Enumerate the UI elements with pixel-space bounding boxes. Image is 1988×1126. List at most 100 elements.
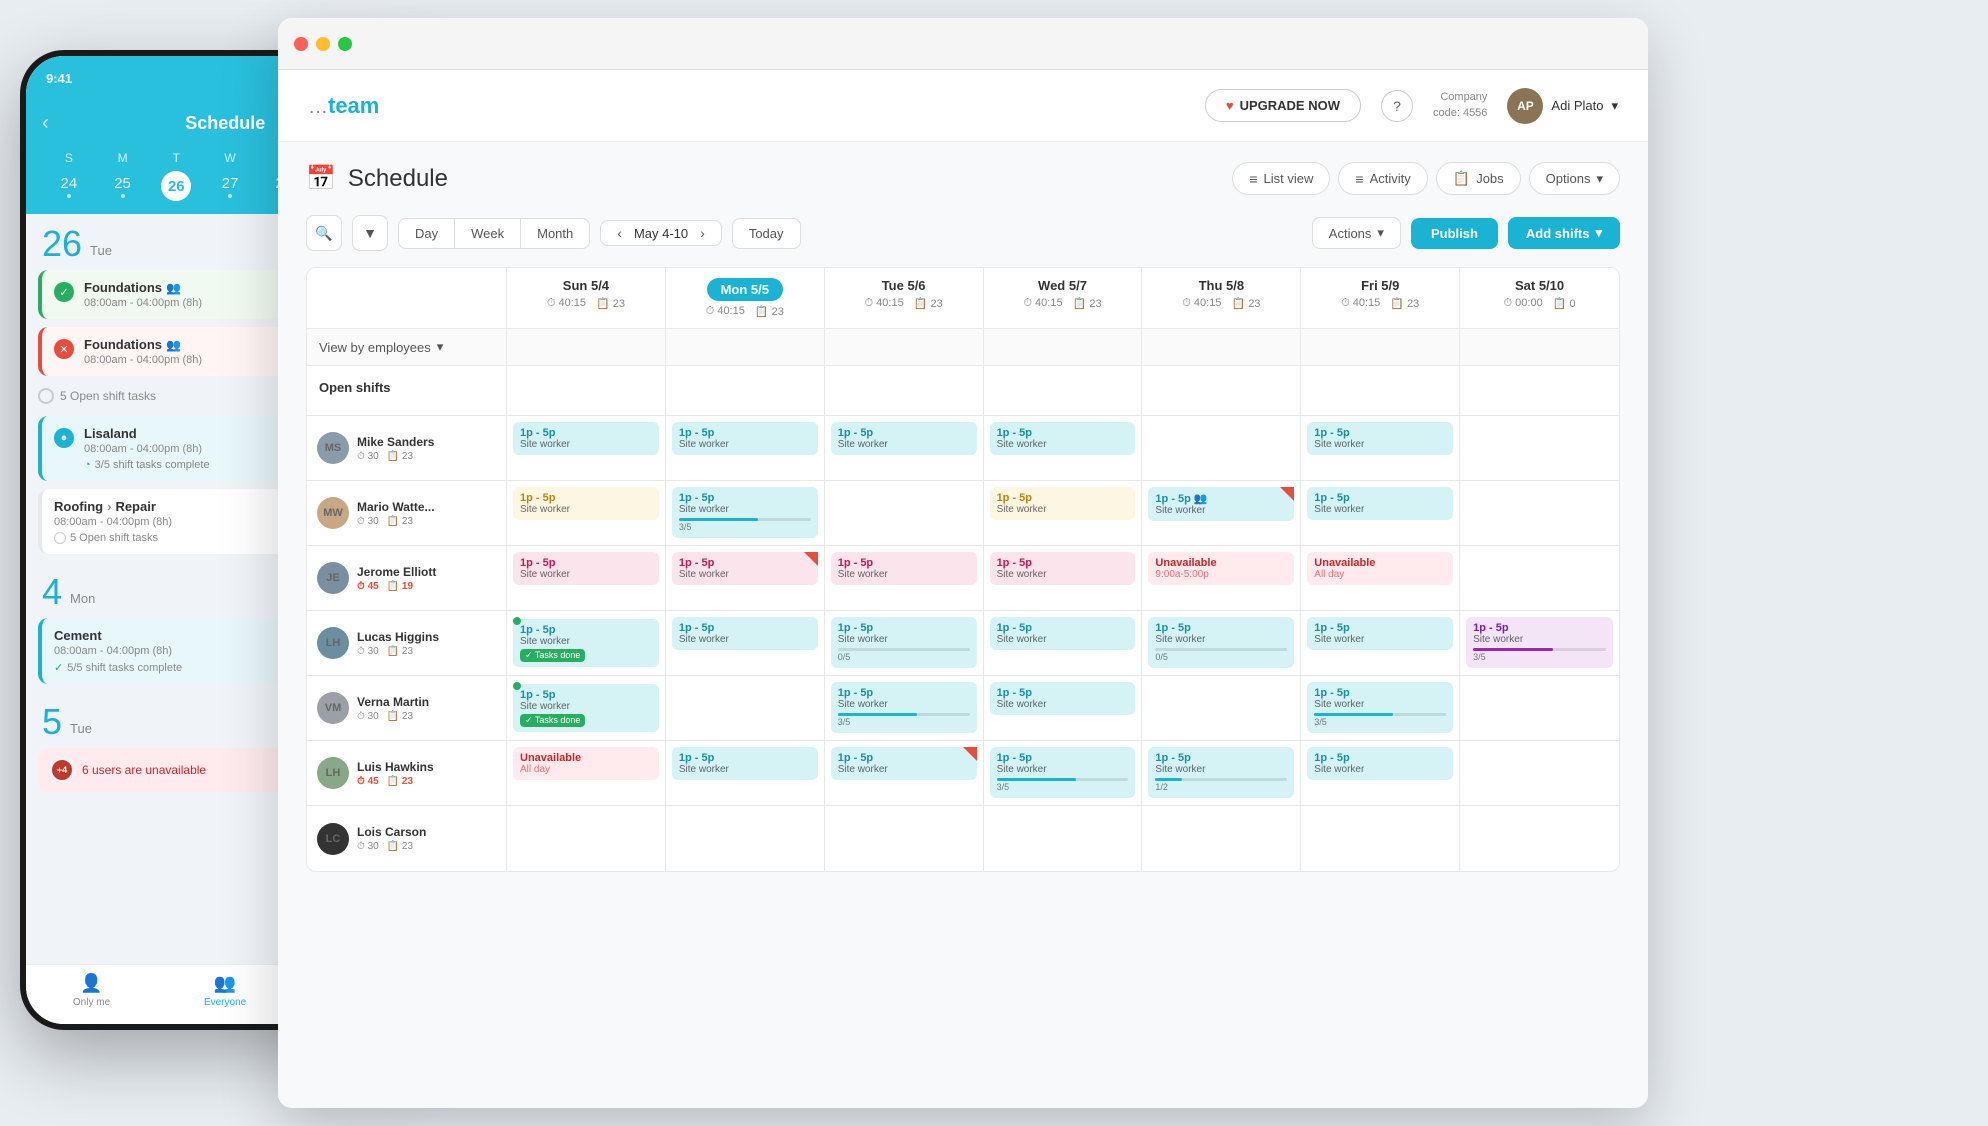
jerome-wed-shift[interactable]: 1p - 5p Site worker	[990, 552, 1136, 585]
jobs-button[interactable]: 📋 Jobs	[1436, 162, 1521, 195]
jerome-wed[interactable]: 1p - 5p Site worker	[984, 546, 1143, 610]
jerome-thu-unavailable[interactable]: Unavailable 9:00a-5:00p	[1148, 552, 1294, 585]
lois-carson-info: Lois Carson ⏱ 30 📋 23	[357, 825, 496, 852]
jerome-mon-shift[interactable]: 1p - 5p Site worker	[672, 552, 818, 585]
actions-button[interactable]: Actions ▾	[1312, 217, 1401, 249]
verna-tue-shift[interactable]: 1p - 5p Site worker 3/5	[831, 682, 977, 733]
luis-fri[interactable]: 1p - 5p Site worker	[1301, 741, 1460, 805]
verna-wed[interactable]: 1p - 5p Site worker	[984, 676, 1143, 740]
lucas-fri[interactable]: 1p - 5p Site worker	[1301, 611, 1460, 675]
verna-wed-shift[interactable]: 1p - 5p Site worker	[990, 682, 1136, 715]
lucas-wed[interactable]: 1p - 5p Site worker	[984, 611, 1143, 675]
cal-date-26-today[interactable]: 26	[161, 171, 191, 201]
mike-mon-shift[interactable]: 1p - 5p Site worker	[672, 422, 818, 455]
mike-sun[interactable]: 1p - 5p Site worker	[507, 416, 666, 480]
luis-wed[interactable]: 1p - 5p Site worker 3/5	[984, 741, 1143, 805]
jerome-hours: ⏱ 45	[357, 581, 379, 592]
lucas-thu[interactable]: 1p - 5p Site worker 0/5	[1142, 611, 1301, 675]
jerome-fri[interactable]: Unavailable All day	[1301, 546, 1460, 610]
mario-sun-shift[interactable]: 1p - 5p Site worker	[513, 487, 659, 520]
close-button[interactable]	[294, 37, 308, 51]
list-view-button[interactable]: ≡ List view	[1232, 162, 1330, 195]
mike-sun-shift[interactable]: 1p - 5p Site worker	[513, 422, 659, 455]
lucas-wed-shift[interactable]: 1p - 5p Site worker	[990, 617, 1136, 650]
month-button[interactable]: Month	[521, 219, 589, 248]
day-button[interactable]: Day	[399, 219, 455, 248]
luis-tue-shift[interactable]: 1p - 5p Site worker	[831, 747, 977, 780]
lucas-tue-shift[interactable]: 1p - 5p Site worker 0/5	[831, 617, 977, 668]
search-button[interactable]: 🔍	[306, 215, 342, 251]
cal-date-25[interactable]: 25	[96, 171, 150, 202]
luis-tue[interactable]: 1p - 5p Site worker	[825, 741, 984, 805]
jerome-sun-shift[interactable]: 1p - 5p Site worker	[513, 552, 659, 585]
mike-wed[interactable]: 1p - 5p Site worker	[984, 416, 1143, 480]
verna-sun[interactable]: 1p - 5p Site worker ✓ Tasks done	[507, 676, 666, 740]
mario-wed-shift[interactable]: 1p - 5p Site worker	[990, 487, 1136, 520]
lucas-sat[interactable]: 1p - 5p Site worker 3/5	[1460, 611, 1619, 675]
activity-button[interactable]: ≡ Activity	[1338, 162, 1427, 195]
mike-tue-shift[interactable]: 1p - 5p Site worker	[831, 422, 977, 455]
traffic-lights	[294, 37, 352, 51]
luis-sun[interactable]: Unavailable All day	[507, 741, 666, 805]
lucas-fri-shift[interactable]: 1p - 5p Site worker	[1307, 617, 1453, 650]
mario-mon[interactable]: 1p - 5p Site worker 3/5	[666, 481, 825, 545]
mobile-back-button[interactable]: ‹	[42, 112, 49, 135]
lois-tue	[825, 806, 984, 871]
luis-mon[interactable]: 1p - 5p Site worker	[666, 741, 825, 805]
cal-date-24[interactable]: 24	[42, 171, 96, 202]
options-button[interactable]: Options ▾	[1529, 162, 1620, 195]
lucas-tue[interactable]: 1p - 5p Site worker 0/5	[825, 611, 984, 675]
mobile-nav-only-me[interactable]: 👤 Only me	[73, 973, 110, 1008]
jerome-thu[interactable]: Unavailable 9:00a-5:00p	[1142, 546, 1301, 610]
user-avatar-area[interactable]: AP Adi Plato ▾	[1507, 88, 1618, 124]
lucas-mon-shift[interactable]: 1p - 5p Site worker	[672, 617, 818, 650]
verna-fri-shift[interactable]: 1p - 5p Site worker 3/5	[1307, 682, 1453, 733]
mike-fri[interactable]: 1p - 5p Site worker	[1301, 416, 1460, 480]
verna-sun-shift[interactable]: 1p - 5p Site worker ✓ Tasks done	[513, 684, 659, 732]
jerome-fri-unavailable[interactable]: Unavailable All day	[1307, 552, 1453, 585]
cal-date-27[interactable]: 27	[203, 171, 257, 202]
filter-button[interactable]: ▼	[352, 215, 388, 251]
mobile-day-5-num: 5	[42, 704, 62, 740]
luis-wed-shift[interactable]: 1p - 5p Site worker 3/5	[990, 747, 1136, 798]
mike-fri-shift[interactable]: 1p - 5p Site worker	[1307, 422, 1453, 455]
luis-sun-unavailable[interactable]: Unavailable All day	[513, 747, 659, 780]
mike-tue[interactable]: 1p - 5p Site worker	[825, 416, 984, 480]
mario-mon-shift[interactable]: 1p - 5p Site worker 3/5	[672, 487, 818, 538]
prev-week-button[interactable]: ‹	[613, 225, 626, 241]
luis-fri-shift[interactable]: 1p - 5p Site worker	[1307, 747, 1453, 780]
today-button[interactable]: Today	[732, 218, 801, 249]
verna-fri[interactable]: 1p - 5p Site worker 3/5	[1301, 676, 1460, 740]
jerome-mon[interactable]: 1p - 5p Site worker	[666, 546, 825, 610]
upgrade-button[interactable]: ♥ UPGRADE NOW	[1205, 89, 1361, 122]
lucas-sat-shift[interactable]: 1p - 5p Site worker 3/5	[1466, 617, 1613, 668]
mario-thu-shift[interactable]: 1p - 5p 👥 Site worker	[1148, 487, 1294, 521]
mike-wed-shift[interactable]: 1p - 5p Site worker	[990, 422, 1136, 455]
mario-sun[interactable]: 1p - 5p Site worker	[507, 481, 666, 545]
lucas-thu-shift[interactable]: 1p - 5p Site worker 0/5	[1148, 617, 1294, 668]
add-shifts-button[interactable]: Add shifts ▾	[1508, 217, 1620, 249]
jerome-tue-shift[interactable]: 1p - 5p Site worker	[831, 552, 977, 585]
view-by-employees-button[interactable]: View by employees ▾	[307, 329, 507, 365]
week-button[interactable]: Week	[455, 219, 521, 248]
lucas-mon[interactable]: 1p - 5p Site worker	[666, 611, 825, 675]
maximize-button[interactable]	[338, 37, 352, 51]
mike-mon[interactable]: 1p - 5p Site worker	[666, 416, 825, 480]
verna-tue[interactable]: 1p - 5p Site worker 3/5	[825, 676, 984, 740]
luis-mon-shift[interactable]: 1p - 5p Site worker	[672, 747, 818, 780]
lucas-sun-shift[interactable]: 1p - 5p Site worker ✓ Tasks done	[513, 619, 659, 667]
lucas-sun[interactable]: 1p - 5p Site worker ✓ Tasks done	[507, 611, 666, 675]
mario-fri-shift[interactable]: 1p - 5p Site worker	[1307, 487, 1453, 520]
luis-thu-shift[interactable]: 1p - 5p Site worker 1/2	[1148, 747, 1294, 798]
help-button[interactable]: ?	[1381, 90, 1413, 122]
mobile-nav-everyone[interactable]: 👥 Everyone	[204, 973, 246, 1008]
mario-thu[interactable]: 1p - 5p 👥 Site worker	[1142, 481, 1301, 545]
jerome-tue[interactable]: 1p - 5p Site worker	[825, 546, 984, 610]
publish-button[interactable]: Publish	[1411, 218, 1498, 249]
luis-thu[interactable]: 1p - 5p Site worker 1/2	[1142, 741, 1301, 805]
next-week-button[interactable]: ›	[696, 225, 709, 241]
jerome-sun[interactable]: 1p - 5p Site worker	[507, 546, 666, 610]
mario-fri[interactable]: 1p - 5p Site worker	[1301, 481, 1460, 545]
mario-wed[interactable]: 1p - 5p Site worker	[984, 481, 1143, 545]
minimize-button[interactable]	[316, 37, 330, 51]
